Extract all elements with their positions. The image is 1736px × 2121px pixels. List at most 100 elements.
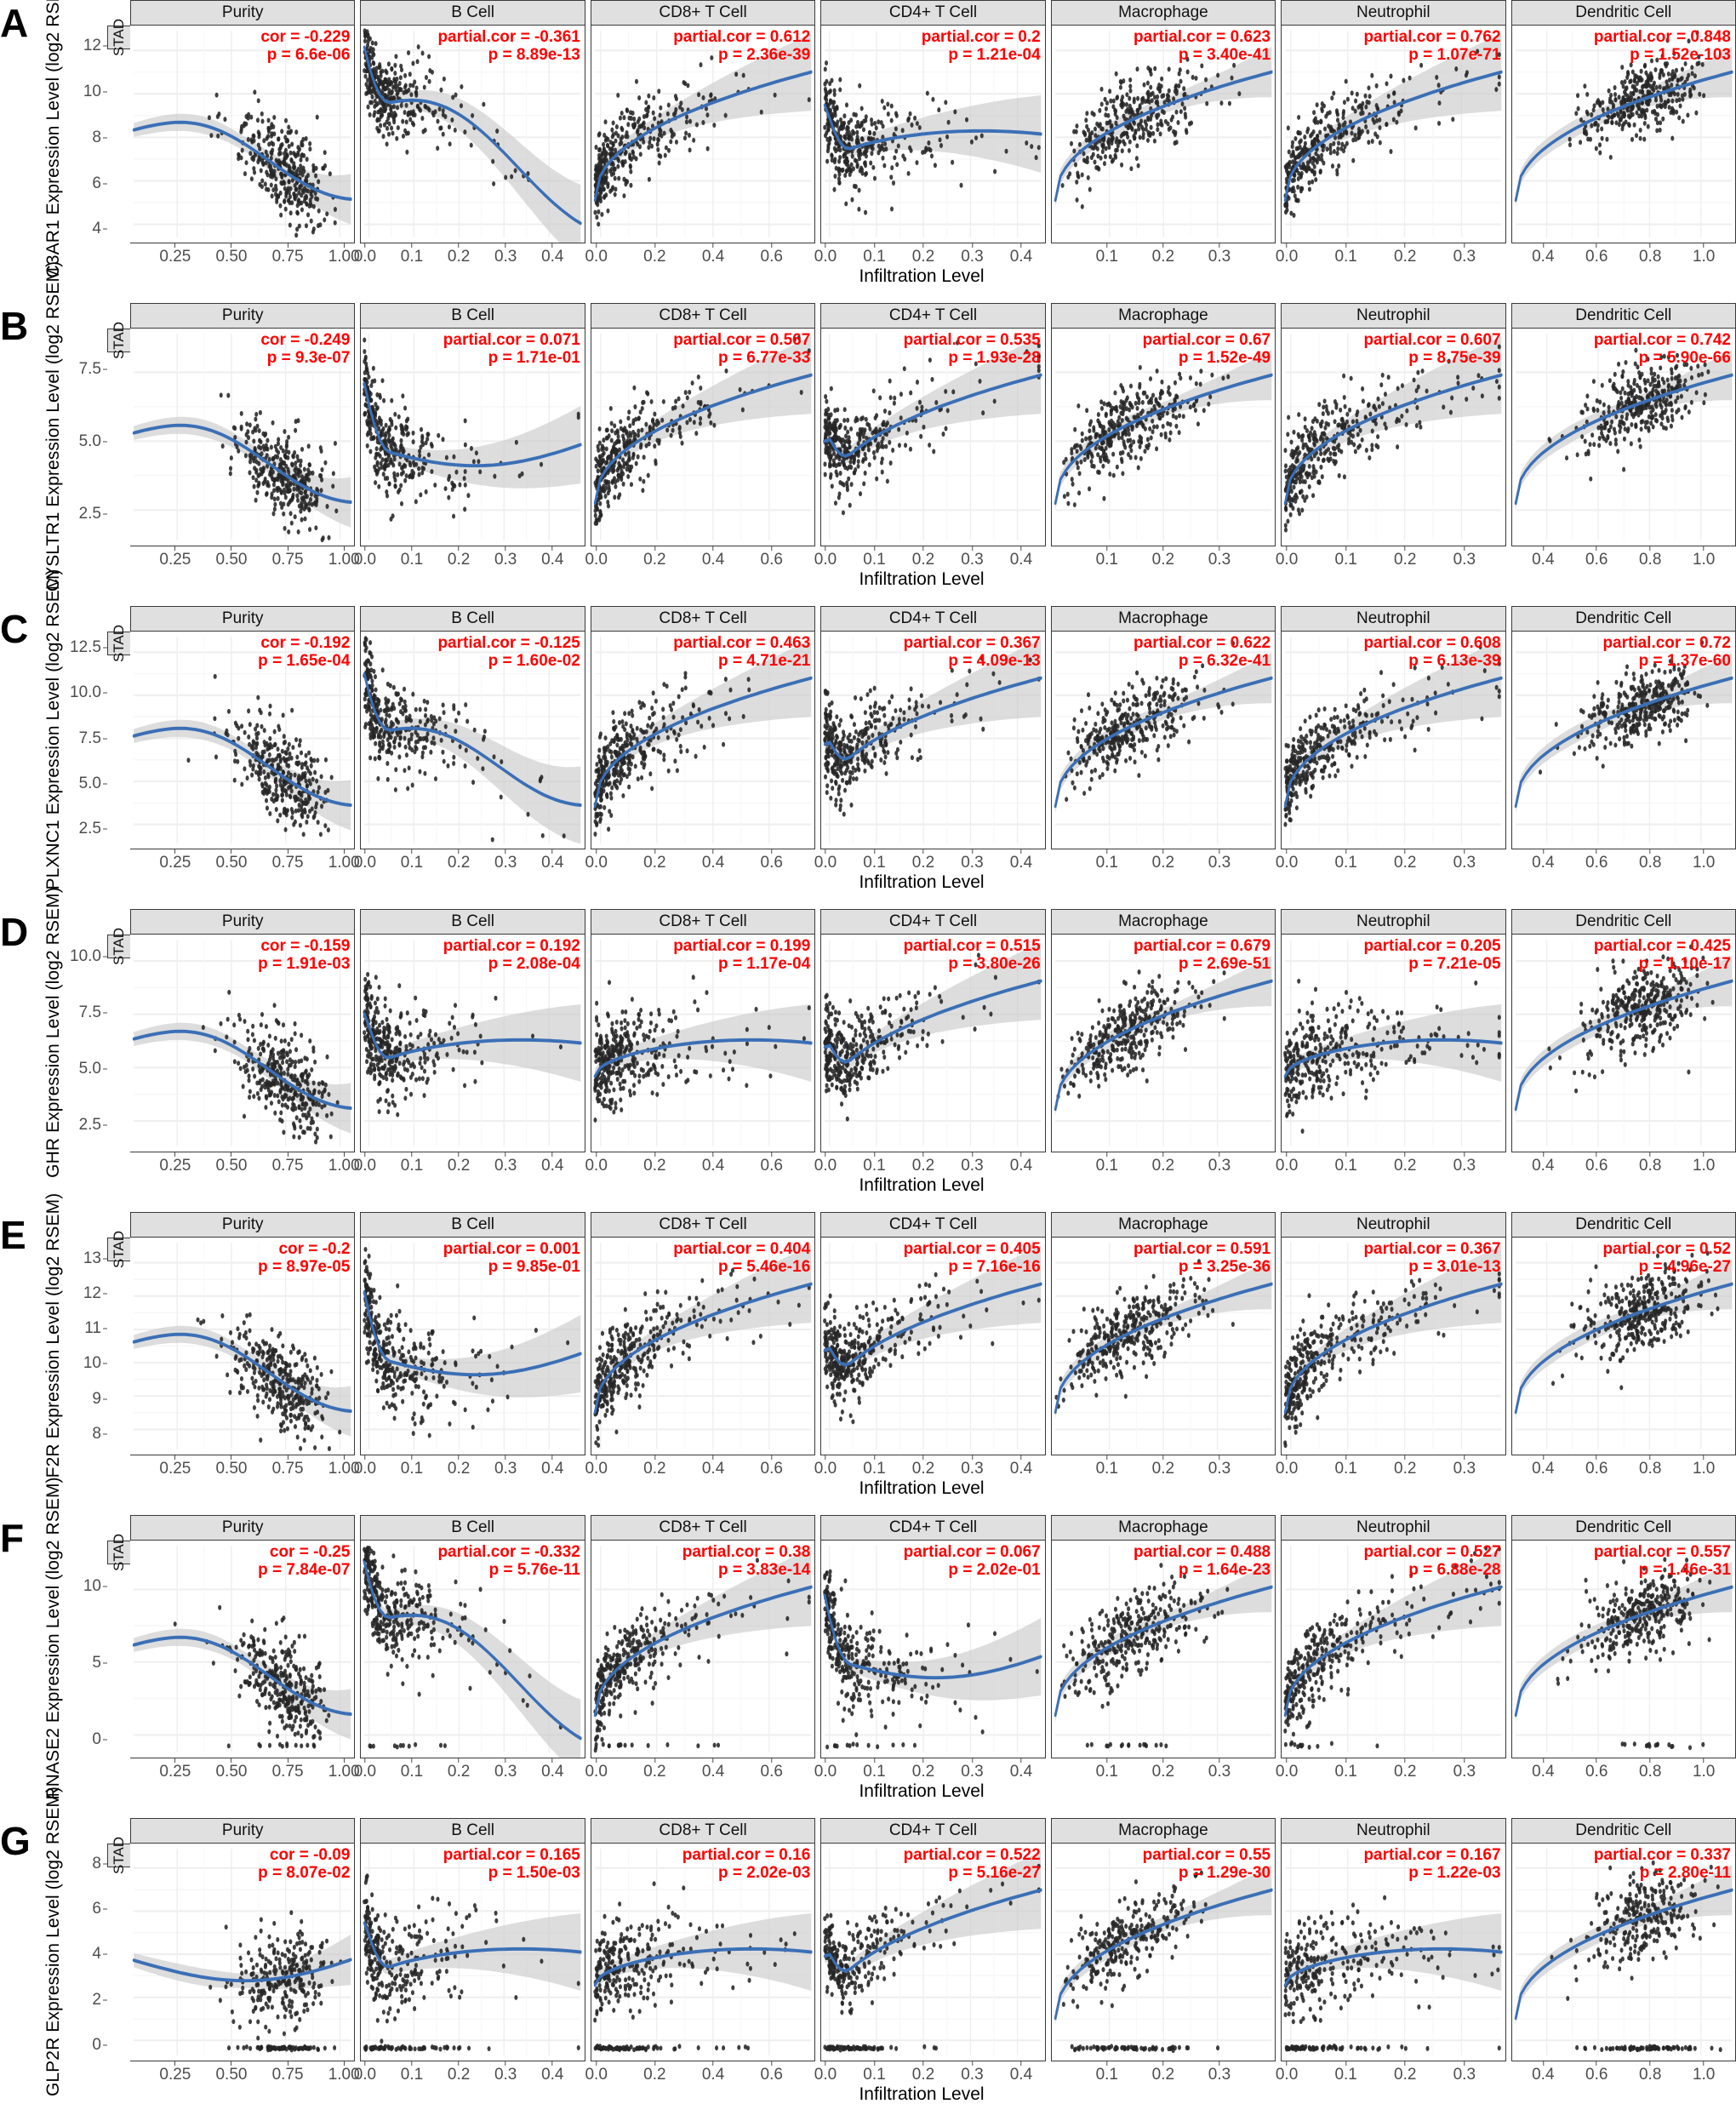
x-tick: 0.6	[1585, 1460, 1608, 1478]
x-axis: 0.40.60.81.0	[1511, 849, 1736, 872]
scatter-plot[interactable]: partial.cor = 0.591 p = 3.25e-36	[1051, 1238, 1276, 1455]
scatter-plot[interactable]: cor = -0.192 p = 1.65e-04	[130, 632, 355, 849]
panel-B: B CYSLTR1 Expression Level (log2 RSEM) 2…	[0, 303, 1736, 592]
facet-strip-label: Neutrophil	[1281, 909, 1505, 935]
facet-strip-label: CD8+ T Cell	[591, 1212, 815, 1238]
facet-strip-label: CD8+ T Cell	[591, 0, 815, 26]
cohort-strip: STAD	[107, 935, 130, 958]
scatter-plot[interactable]: partial.cor = 0.612 p = 2.36e-39	[591, 26, 815, 243]
facet-strip-label: CD8+ T Cell	[591, 1515, 815, 1541]
scatter-plot[interactable]: partial.cor = -0.361 p = 8.89e-13	[360, 26, 585, 243]
scatter-plot[interactable]: partial.cor = 0.38 p = 3.83e-14	[591, 1541, 815, 1758]
x-tick: 0.4	[702, 2066, 724, 2084]
facet-grid: Purity cor = -0.25 p = 7.84e-07 0.250.50…	[130, 1515, 1736, 1781]
scatter-plot[interactable]: partial.cor = 0.55 p = 1.29e-30	[1051, 1844, 1276, 2061]
scatter-plot[interactable]: partial.cor = 0.2 p = 1.21e-04	[820, 26, 1045, 243]
scatter-plot[interactable]: partial.cor = -0.332 p = 5.76e-11	[360, 1541, 585, 1758]
panel-letter: B	[0, 303, 39, 589]
x-tick: 0.8	[1639, 1157, 1661, 1175]
y-tick: 2.5	[79, 505, 101, 523]
facet-dendritic-cell: Dendritic Cell partial.cor = 0.425 p = 1…	[1511, 909, 1736, 1175]
scatter-plot[interactable]: partial.cor = 0.848 p = 1.52e-103	[1511, 26, 1736, 243]
scatter-plot[interactable]: partial.cor = 0.071 p = 1.71e-01	[360, 329, 585, 546]
scatter-plot[interactable]: partial.cor = 0.622 p = 6.32e-41	[1051, 632, 1276, 849]
scatter-plot[interactable]: cor = -0.25 p = 7.84e-07	[130, 1541, 355, 1758]
x-tick: 0.2	[448, 1157, 470, 1175]
x-tick: 0.0	[354, 854, 376, 872]
x-tick: 0.2	[448, 1763, 470, 1781]
panel-letter: E	[0, 1212, 39, 1498]
scatter-plot[interactable]: partial.cor = 0.742 p = 5.90e-66	[1511, 329, 1736, 546]
x-tick: 0.2	[1394, 1460, 1416, 1478]
scatter-plot[interactable]: partial.cor = 0.608 p = 6.13e-39	[1281, 632, 1505, 849]
x-tick: 0.8	[1639, 1763, 1661, 1781]
x-tick: 0.3	[1208, 2066, 1231, 2084]
x-tick: 0.3	[1453, 1157, 1476, 1175]
scatter-plot[interactable]: cor = -0.2 p = 8.97e-05	[130, 1238, 355, 1455]
scatter-plot[interactable]: cor = -0.09 p = 8.07e-02	[130, 1844, 355, 2061]
x-axis-title-row: Infiltration Level	[107, 266, 1736, 286]
scatter-plot[interactable]: partial.cor = 0.72 p = 1.37e-60	[1511, 632, 1736, 849]
x-tick: 0.0	[814, 551, 837, 569]
x-axis: 0.00.20.40.6	[591, 243, 815, 266]
scatter-plot[interactable]: partial.cor = 0.679 p = 2.69e-51	[1051, 935, 1276, 1152]
x-tick: 0.1	[401, 1157, 423, 1175]
panel-gap	[0, 289, 1736, 303]
scatter-plot[interactable]: partial.cor = 0.405 p = 7.16e-16	[820, 1238, 1045, 1455]
scatter-plot[interactable]: partial.cor = 0.337 p = 2.80e-11	[1511, 1844, 1736, 2061]
scatter-plot[interactable]: partial.cor = 0.205 p = 7.21e-05	[1281, 935, 1505, 1152]
scatter-plot[interactable]: partial.cor = 0.404 p = 5.46e-16	[591, 1238, 815, 1455]
x-axis: 0.00.10.20.30.4	[820, 2061, 1045, 2084]
scatter-plot[interactable]: partial.cor = 0.607 p = 8.75e-39	[1281, 329, 1505, 546]
x-tick: 0.6	[1585, 1763, 1608, 1781]
x-axis-title: Infiltration Level	[237, 2084, 1607, 2104]
scatter-plot[interactable]: partial.cor = 0.52 p = 4.96e-27	[1511, 1238, 1736, 1455]
scatter-plot[interactable]: partial.cor = 0.522 p = 5.16e-27	[820, 1844, 1045, 2061]
scatter-plot[interactable]: partial.cor = 0.463 p = 4.71e-21	[591, 632, 815, 849]
facet-cd8-t-cell: CD8+ T Cell partial.cor = 0.567 p = 6.77…	[591, 303, 815, 569]
scatter-plot[interactable]: partial.cor = 0.488 p = 1.64e-23	[1051, 1541, 1276, 1758]
panel-gap	[0, 2107, 1736, 2121]
scatter-plot[interactable]: partial.cor = -0.125 p = 1.60e-02	[360, 632, 585, 849]
facet-grid: Purity cor = -0.229 p = 6.6e-06 0.250.50…	[130, 0, 1736, 266]
scatter-plot[interactable]: cor = -0.249 p = 9.3e-07	[130, 329, 355, 546]
x-tick: 0.4	[1010, 1157, 1032, 1175]
scatter-plot[interactable]: partial.cor = 0.623 p = 3.40e-41	[1051, 26, 1276, 243]
scatter-plot[interactable]: partial.cor = 0.167 p = 1.22e-03	[1281, 1844, 1505, 2061]
y-axis-title: PLXNC1 Expression Level (log2 RSEM)	[39, 606, 68, 852]
x-tick: 0.1	[401, 1460, 423, 1478]
scatter-plot[interactable]: partial.cor = 0.067 p = 2.02e-01	[820, 1541, 1045, 1758]
x-tick: 0.1	[1334, 854, 1356, 872]
facet-strip-label: CD8+ T Cell	[591, 1818, 815, 1844]
x-tick: 0.3	[1208, 1460, 1231, 1478]
x-tick: 0.4	[1010, 854, 1032, 872]
scatter-plot[interactable]: partial.cor = 0.192 p = 2.08e-04	[360, 935, 585, 1152]
facet-purity: Purity cor = -0.192 p = 1.65e-04 0.250.5…	[130, 606, 355, 872]
scatter-plot[interactable]: partial.cor = 0.425 p = 1.10e-17	[1511, 935, 1736, 1152]
scatter-plot[interactable]: cor = -0.159 p = 1.91e-03	[130, 935, 355, 1152]
scatter-plot[interactable]: partial.cor = 0.16 p = 2.02e-03	[591, 1844, 815, 2061]
scatter-plot[interactable]: partial.cor = 0.527 p = 6.88e-28	[1281, 1541, 1505, 1758]
scatter-plot[interactable]: partial.cor = 0.67 p = 1.52e-49	[1051, 329, 1276, 546]
scatter-plot[interactable]: partial.cor = 0.367 p = 3.01e-13	[1281, 1238, 1505, 1455]
panel-gap	[0, 1804, 1736, 1818]
scatter-plot[interactable]: partial.cor = 0.762 p = 1.07e-71	[1281, 26, 1505, 243]
scatter-plot[interactable]: partial.cor = 0.567 p = 6.77e-33	[591, 329, 815, 546]
facet-strip-label: Dendritic Cell	[1511, 303, 1736, 329]
x-tick: 0.2	[643, 551, 665, 569]
scatter-plot[interactable]: cor = -0.229 p = 6.6e-06	[130, 26, 355, 243]
facet-neutrophil: Neutrophil partial.cor = 0.205 p = 7.21e…	[1281, 909, 1505, 1175]
x-tick: 1.0	[1693, 1763, 1715, 1781]
y-tick: 5	[92, 1654, 101, 1672]
scatter-plot[interactable]: partial.cor = 0.535 p = 1.93e-28	[820, 329, 1045, 546]
panel-letter: A	[0, 0, 39, 286]
scatter-plot[interactable]: partial.cor = 0.165 p = 1.50e-03	[360, 1844, 585, 2061]
scatter-plot[interactable]: partial.cor = 0.001 p = 9.85e-01	[360, 1238, 585, 1455]
x-tick: 0.4	[1532, 2066, 1554, 2084]
x-tick: 0.4	[541, 551, 563, 569]
scatter-plot[interactable]: partial.cor = 0.199 p = 1.17e-04	[591, 935, 815, 1152]
scatter-plot[interactable]: partial.cor = 0.367 p = 4.09e-13	[820, 632, 1045, 849]
x-axis-title-row: Infiltration Level	[107, 1478, 1736, 1498]
scatter-plot[interactable]: partial.cor = 0.557 p = 1.46e-31	[1511, 1541, 1736, 1758]
scatter-plot[interactable]: partial.cor = 0.515 p = 3.80e-26	[820, 935, 1045, 1152]
